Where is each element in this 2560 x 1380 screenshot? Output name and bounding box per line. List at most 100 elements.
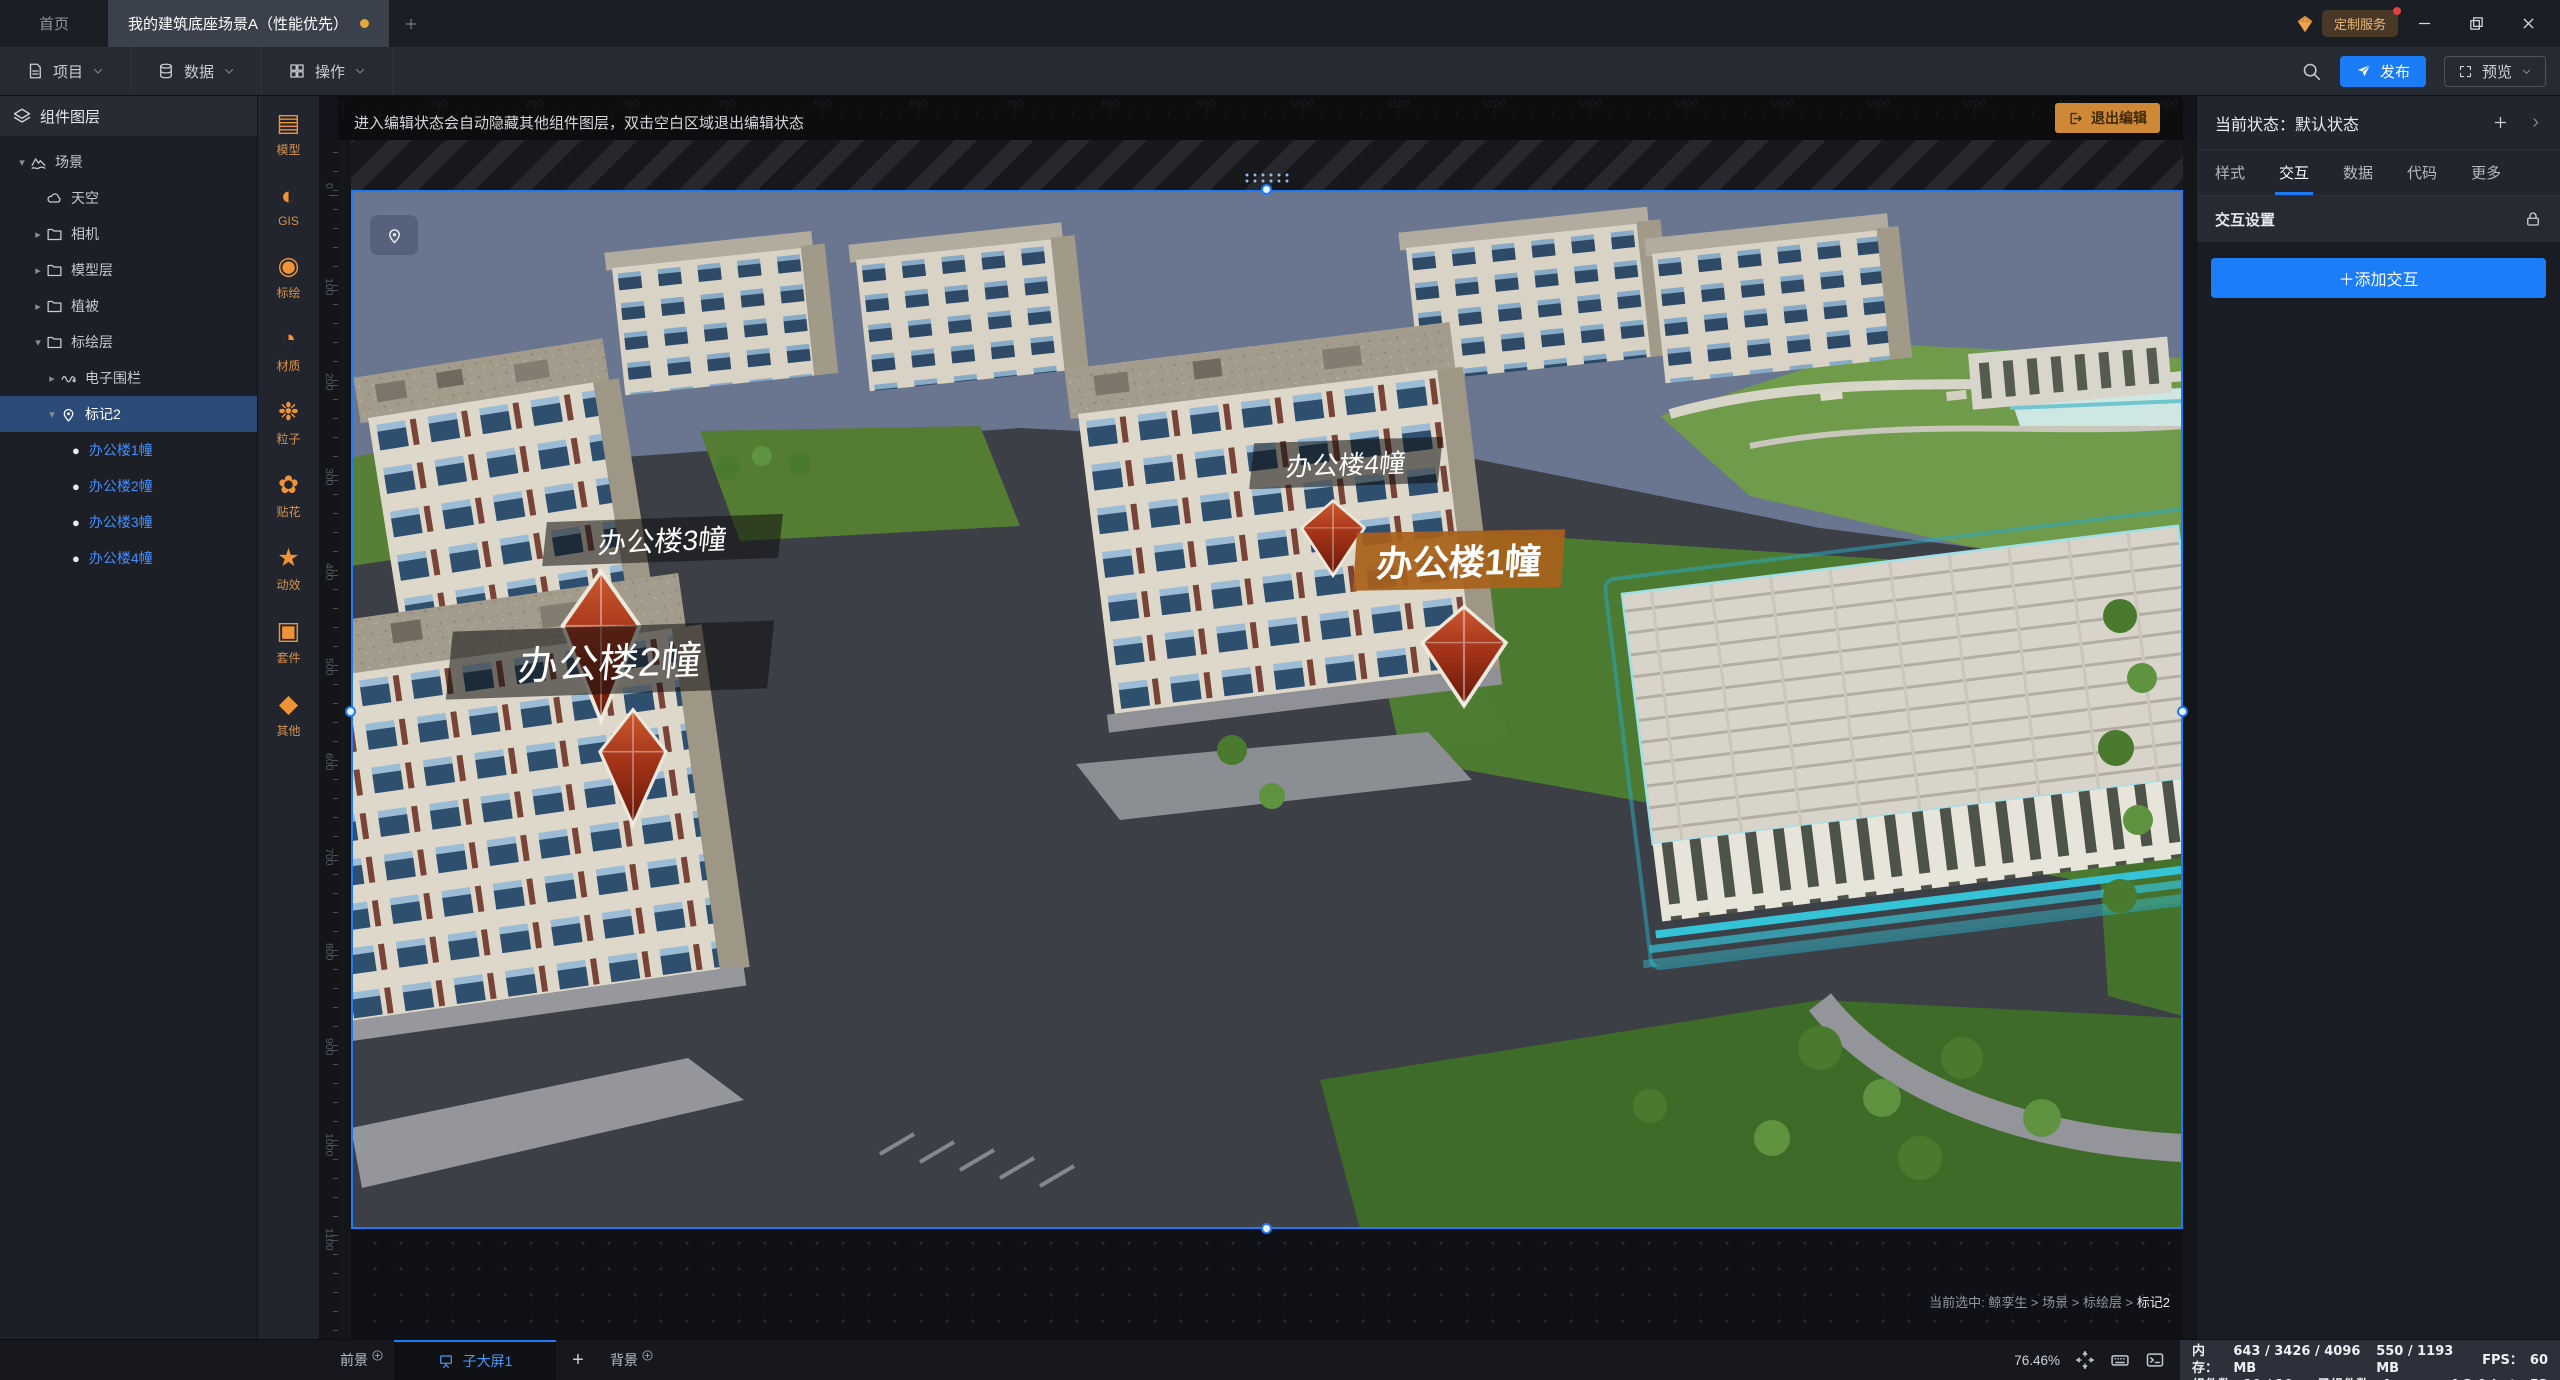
toolbar-menu-label: 项目 (53, 61, 83, 82)
drag-handle[interactable] (1243, 172, 1291, 184)
selection-handle-bottom[interactable] (1261, 1223, 1272, 1234)
add-interaction-button[interactable]: ＋添加交互 (2211, 258, 2546, 298)
expand-arrow-icon[interactable]: ▸ (30, 300, 46, 313)
foreground-button[interactable]: 前景 (330, 1340, 394, 1380)
tree-item[interactable]: ▾标记2 (0, 396, 257, 432)
new-tab-button[interactable] (389, 0, 433, 47)
tab-home[interactable]: 首页 (0, 0, 108, 47)
toolbar-menu[interactable]: 数据 (131, 47, 262, 95)
bullet-icon: ● (72, 515, 80, 530)
toolbar-menu[interactable]: 操作 (262, 47, 393, 95)
expand-arrow-icon[interactable]: ▸ (30, 264, 46, 277)
selection-path-prefix: 当前选中: (1929, 1295, 1985, 1310)
layers-title: 组件图层 (40, 106, 100, 127)
rail-item-贴花[interactable]: ✿贴花 (276, 472, 300, 520)
background-button[interactable]: 背景 (600, 1340, 664, 1380)
minimize-button[interactable] (2398, 0, 2450, 47)
tree-item[interactable]: 天空 (0, 180, 257, 216)
rail-item-模型[interactable]: ▤模型 (276, 110, 300, 158)
rail-item-动效[interactable]: ★动效 (276, 545, 300, 593)
tree-item-link[interactable]: ●办公楼4幢 (0, 540, 257, 576)
tree-item[interactable]: ▸植被 (0, 288, 257, 324)
custom-service-button[interactable]: 定制服务 (2322, 10, 2398, 37)
expand-arrow-icon[interactable]: ▸ (30, 228, 46, 241)
tree-item[interactable]: ▸ 模型层 (0, 252, 257, 288)
tree-item-link[interactable]: ●办公楼3幢 (0, 504, 257, 540)
expand-arrow-icon[interactable]: ▾ (44, 408, 60, 421)
screen-tab-active[interactable]: 子大屏1 (394, 1340, 556, 1380)
keyboard-shortcuts-icon[interactable] (2110, 1350, 2130, 1370)
rail-item-粒子[interactable]: ❉粒子 (276, 399, 300, 447)
tree-item[interactable]: ▾标绘层 (0, 324, 257, 360)
close-button[interactable] (2502, 0, 2554, 47)
panel-tab[interactable]: 代码 (2407, 150, 2437, 195)
toolbar-actions: 发布 预览 (2301, 47, 2560, 95)
editor-canvas[interactable]: 办公楼3幢办公楼2幢 办公楼4幢办公楼1幢 0100200300400500600… (320, 96, 2196, 1339)
exit-edit-button[interactable]: 退出编辑 (2055, 103, 2160, 133)
rail-item-其他[interactable]: ◆其他 (276, 691, 300, 739)
building-label[interactable]: 办公楼2幢 (446, 620, 775, 699)
lock-icon[interactable] (2524, 210, 2542, 228)
rail-item-GIS[interactable]: ◐GIS (278, 183, 299, 228)
expand-arrow-icon[interactable]: ▾ (14, 156, 30, 169)
fit-view-icon[interactable] (2075, 1350, 2095, 1370)
tree-item-label: 相机 (71, 224, 99, 244)
rail-item-套件[interactable]: ▣套件 (276, 618, 300, 666)
building-label[interactable]: 办公楼1幢 (1353, 529, 1565, 591)
toolbar-menu[interactable]: 项目 (0, 47, 131, 95)
layers-header: 组件图层 (0, 96, 257, 136)
building-label[interactable]: 办公楼3幢 (542, 514, 783, 566)
restore-icon (2468, 15, 2485, 32)
panel-tab[interactable]: 更多 (2471, 150, 2501, 195)
tab-active-scene[interactable]: 我的建筑底座场景A（性能优先） (108, 0, 389, 47)
circle-plus-icon[interactable] (371, 1349, 384, 1362)
selection-handle-top[interactable] (1261, 184, 1272, 195)
edit-hint-text: 进入编辑状态会自动隐藏其他组件图层，双击空白区域退出编辑状态 (354, 112, 804, 133)
tree-item-label: 天空 (71, 188, 99, 208)
restore-button[interactable] (2450, 0, 2502, 47)
tree-item-label: 模型层 (71, 260, 113, 280)
state-header: 当前状态：默认状态 (2197, 96, 2560, 150)
gem-icon (2294, 13, 2316, 35)
selection-handle-left[interactable] (345, 706, 356, 717)
add-state-icon[interactable] (2492, 114, 2509, 131)
interaction-settings-label: 交互设置 (2215, 209, 2275, 230)
publish-button[interactable]: 发布 (2340, 56, 2426, 87)
tree-item[interactable]: ▾场景 (0, 144, 257, 180)
panel-tab[interactable]: 交互 (2279, 150, 2309, 195)
rail-item-icon: ◐ (281, 183, 296, 210)
tree-item-label: 电子围栏 (85, 368, 141, 388)
rail-item-标绘[interactable]: ◉标绘 (276, 253, 300, 301)
expand-arrow-icon[interactable]: ▸ (44, 372, 60, 385)
tree-item[interactable]: ▸ 电子围栏 (0, 360, 257, 396)
console-icon[interactable] (2145, 1350, 2165, 1370)
rail-item-材质[interactable]: ◔材质 (276, 326, 300, 374)
building-label[interactable]: 办公楼4幢 (1249, 437, 1443, 490)
panel-tab[interactable]: 数据 (2343, 150, 2373, 195)
toolbar-menus: 项目 数据操作 (0, 47, 393, 95)
rail-item-label: 粒子 (276, 430, 300, 447)
search-icon[interactable] (2301, 61, 2322, 82)
chevron-down-icon (92, 65, 104, 77)
unsaved-dot-icon (360, 19, 369, 28)
rail-item-label: 套件 (276, 649, 300, 666)
rail-item-icon: ◔ (281, 326, 296, 353)
vertical-ruler: 010020030040050060070080090010001100 (320, 140, 338, 1339)
preview-button[interactable]: 预览 (2444, 56, 2546, 87)
tree-item-link[interactable]: ●办公楼1幢 (0, 432, 257, 468)
foreground-label: 前景 (340, 1350, 368, 1370)
expand-arrow-icon[interactable]: ▾ (30, 336, 46, 349)
tree-item-link[interactable]: ●办公楼2幢 (0, 468, 257, 504)
tree-item[interactable]: ▸ 相机 (0, 216, 257, 252)
selection-handle-right[interactable] (2177, 706, 2188, 717)
zoom-level[interactable]: 76.46% (2014, 1353, 2060, 1368)
panel-tab[interactable]: 样式 (2215, 150, 2245, 195)
add-screen-button[interactable]: + (556, 1340, 600, 1380)
fps-value: 60 (2530, 1352, 2548, 1369)
exit-icon (2068, 111, 2083, 126)
rail-item-label: 模型 (276, 141, 300, 158)
expand-states-icon[interactable] (2529, 116, 2542, 129)
scene-canvas[interactable] (320, 96, 2196, 1339)
circle-plus-icon[interactable] (641, 1349, 654, 1362)
marker-tool-button[interactable] (370, 215, 418, 255)
